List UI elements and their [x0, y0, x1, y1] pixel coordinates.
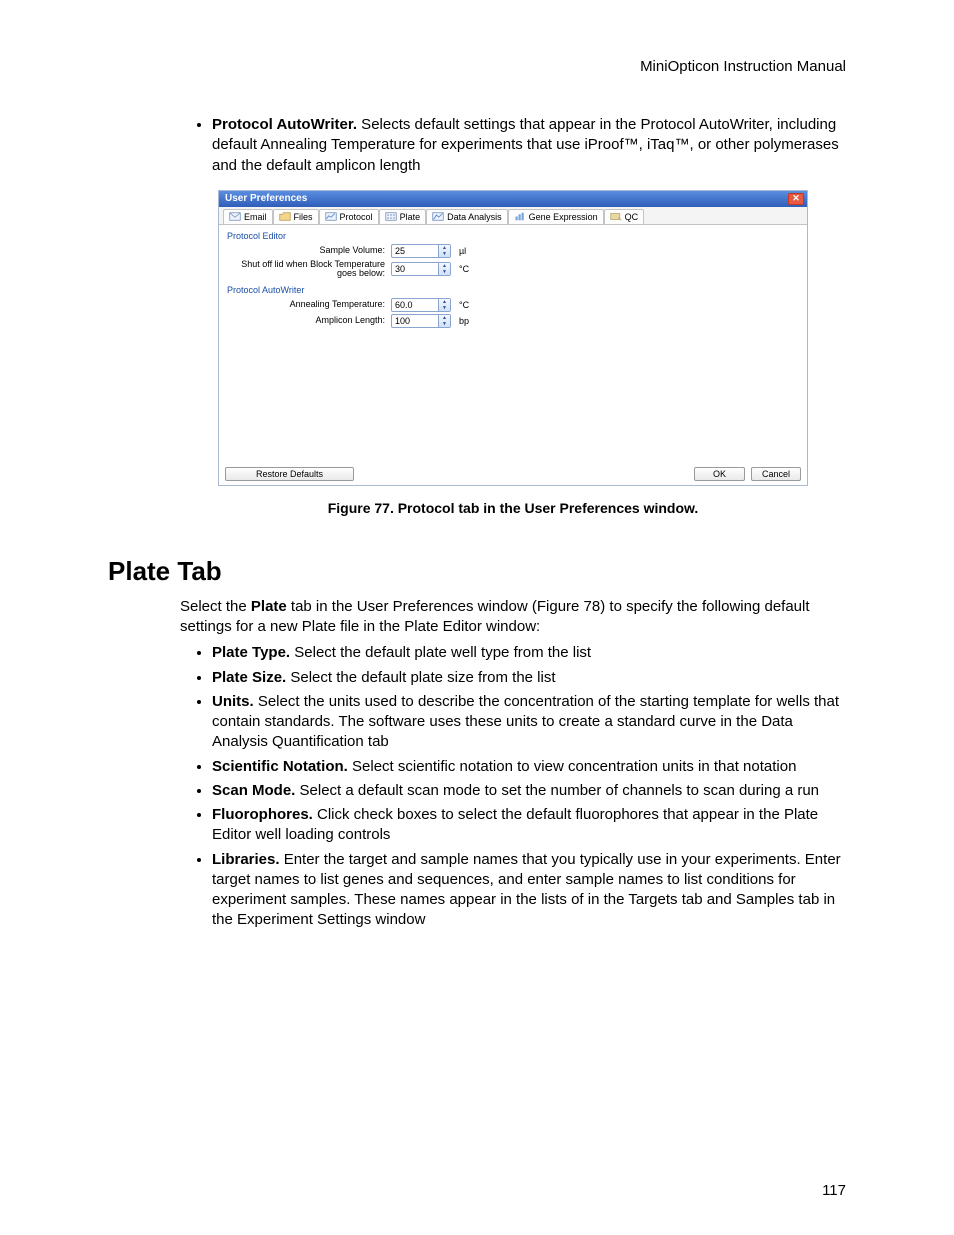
- bars-icon: [514, 212, 526, 222]
- intro-bold: Plate: [251, 598, 287, 615]
- field-shutoff-temp: Shut off lid when Block Temperature goes…: [241, 260, 799, 279]
- field-label: Annealing Temperature:: [241, 300, 391, 309]
- figure-caption: Figure 77. Protocol tab in the User Pref…: [180, 500, 846, 516]
- tab-plate[interactable]: Plate: [379, 209, 427, 224]
- bullet-text: Enter the target and sample names that y…: [212, 851, 841, 929]
- field-label: Shut off lid when Block Temperature goes…: [241, 260, 391, 279]
- field-annealing-temp: Annealing Temperature: 60.0 ▲▼ °C: [241, 298, 799, 312]
- cancel-button[interactable]: Cancel: [751, 467, 801, 481]
- bullet-label: Scan Mode.: [212, 782, 295, 799]
- bullet-label: Libraries.: [212, 851, 280, 868]
- spinner-icon[interactable]: ▲▼: [438, 299, 450, 311]
- analysis-icon: [432, 212, 444, 222]
- group-protocol-editor: Protocol Editor: [227, 231, 799, 241]
- list-item: Fluorophores. Click check boxes to selec…: [212, 805, 846, 846]
- field-unit: µl: [459, 246, 466, 256]
- field-amplicon-length: Amplicon Length: 100 ▲▼ bp: [241, 314, 799, 328]
- qc-icon: [610, 212, 622, 222]
- folder-icon: [279, 212, 291, 222]
- close-icon[interactable]: ✕: [788, 193, 804, 205]
- field-sample-volume: Sample Volume: 25 ▲▼ µl: [241, 244, 799, 258]
- tab-label: Email: [244, 212, 267, 222]
- bullet-text: Select the units used to describe the co…: [212, 693, 839, 751]
- tab-label: Files: [294, 212, 313, 222]
- bullet-label: Fluorophores.: [212, 806, 313, 823]
- tab-files[interactable]: Files: [273, 209, 319, 224]
- bullet-text: Select a default scan mode to set the nu…: [295, 782, 819, 799]
- group-protocol-autowriter: Protocol AutoWriter: [227, 285, 799, 295]
- annealing-stepper[interactable]: 60.0 ▲▼: [391, 298, 451, 312]
- chart-icon: [325, 212, 337, 222]
- list-item: Scan Mode. Select a default scan mode to…: [212, 781, 846, 801]
- field-value: 25: [392, 245, 438, 257]
- list-item: Protocol AutoWriter. Selects default set…: [212, 115, 846, 176]
- field-unit: °C: [459, 264, 469, 274]
- field-unit: bp: [459, 316, 469, 326]
- spinner-icon[interactable]: ▲▼: [438, 315, 450, 327]
- window-title: User Preferences: [225, 193, 307, 204]
- ok-button[interactable]: OK: [694, 467, 745, 481]
- page-header: MiniOpticon Instruction Manual: [108, 58, 846, 75]
- amplicon-stepper[interactable]: 100 ▲▼: [391, 314, 451, 328]
- tab-strip: Email Files Protocol Plate Data Analysis: [219, 207, 807, 225]
- tab-protocol[interactable]: Protocol: [319, 209, 379, 225]
- tab-label: Data Analysis: [447, 212, 502, 222]
- bullet-text: Select the default plate size from the l…: [286, 669, 555, 686]
- tab-email[interactable]: Email: [223, 209, 273, 224]
- bullet-label: Units.: [212, 693, 254, 710]
- mail-icon: [229, 212, 241, 222]
- tab-label: Gene Expression: [529, 212, 598, 222]
- tab-label: Protocol: [340, 212, 373, 222]
- sample-volume-stepper[interactable]: 25 ▲▼: [391, 244, 451, 258]
- field-value: 60.0: [392, 299, 438, 311]
- list-item: Plate Type. Select the default plate wel…: [212, 643, 846, 663]
- tab-data-analysis[interactable]: Data Analysis: [426, 209, 508, 224]
- field-label: Sample Volume:: [241, 246, 391, 255]
- bullet-label: Scientific Notation.: [212, 758, 348, 775]
- page-number: 117: [822, 1182, 846, 1199]
- intro-text: Select the: [180, 598, 251, 615]
- restore-defaults-button[interactable]: Restore Defaults: [225, 467, 354, 481]
- field-value: 100: [392, 315, 438, 327]
- bullet-text: Select scientific notation to view conce…: [348, 758, 797, 775]
- user-preferences-window: User Preferences ✕ Email Files Protocol: [218, 190, 808, 486]
- shutoff-stepper[interactable]: 30 ▲▼: [391, 262, 451, 276]
- tab-qc[interactable]: QC: [604, 209, 645, 224]
- bullet-label: Protocol AutoWriter.: [212, 116, 357, 133]
- list-item: Plate Size. Select the default plate siz…: [212, 668, 846, 688]
- tab-label: Plate: [400, 212, 421, 222]
- window-titlebar: User Preferences ✕: [219, 191, 807, 207]
- bullet-text: Select the default plate well type from …: [290, 644, 591, 661]
- field-value: 30: [392, 263, 438, 275]
- bullet-label: Plate Size.: [212, 669, 286, 686]
- tab-gene-expression[interactable]: Gene Expression: [508, 209, 604, 224]
- section-heading: Plate Tab: [108, 556, 846, 587]
- field-label: Amplicon Length:: [241, 316, 391, 325]
- spinner-icon[interactable]: ▲▼: [438, 263, 450, 275]
- list-item: Units. Select the units used to describe…: [212, 692, 846, 753]
- plate-icon: [385, 212, 397, 222]
- list-item: Libraries. Enter the target and sample n…: [212, 850, 846, 931]
- list-item: Scientific Notation. Select scientific n…: [212, 757, 846, 777]
- bullet-label: Plate Type.: [212, 644, 290, 661]
- field-unit: °C: [459, 300, 469, 310]
- section-intro: Select the Plate tab in the User Prefere…: [180, 597, 846, 638]
- tab-label: QC: [625, 212, 639, 222]
- intro-bullets: Protocol AutoWriter. Selects default set…: [180, 115, 846, 176]
- plate-bullets: Plate Type. Select the default plate wel…: [180, 643, 846, 930]
- spinner-icon[interactable]: ▲▼: [438, 245, 450, 257]
